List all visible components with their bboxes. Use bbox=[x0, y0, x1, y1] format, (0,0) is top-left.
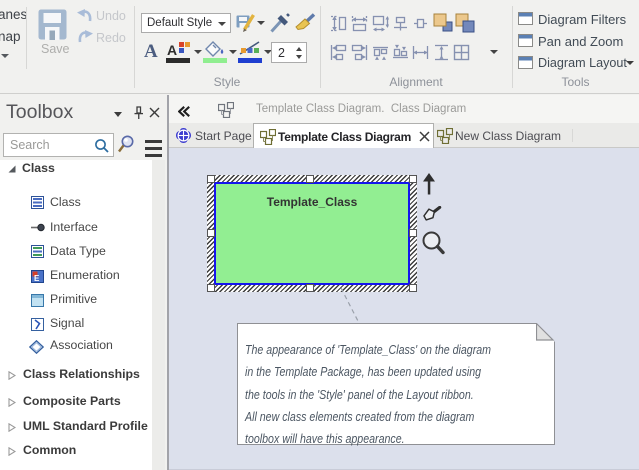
svg-text:E: E bbox=[34, 274, 40, 283]
